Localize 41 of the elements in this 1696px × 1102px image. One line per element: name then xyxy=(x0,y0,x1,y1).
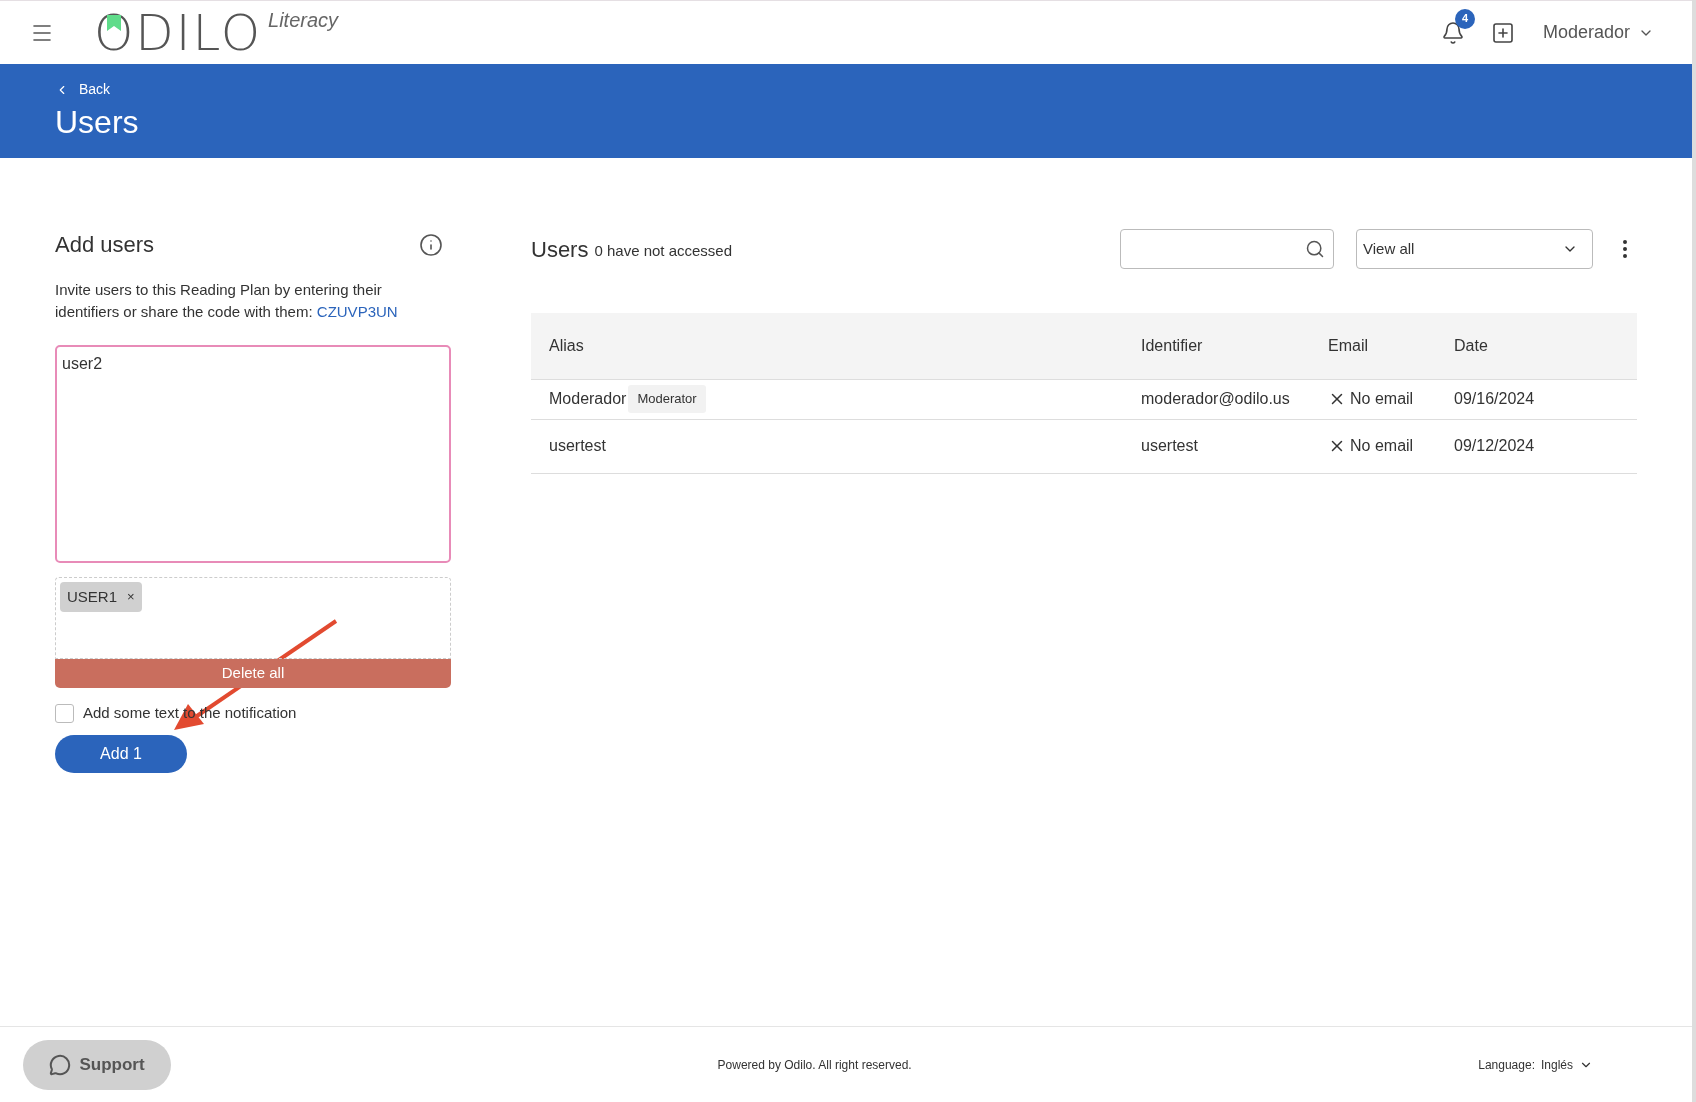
back-link[interactable]: Back xyxy=(55,79,111,100)
notify-checkbox[interactable] xyxy=(55,703,74,723)
search-field[interactable] xyxy=(1120,229,1334,269)
identifiers-input[interactable]: user2 xyxy=(55,345,451,563)
add-users-title: Add users xyxy=(55,231,155,259)
invite-code-link[interactable]: CZUVP3UN xyxy=(316,303,398,320)
table-cell: 09/12/2024 xyxy=(1454,437,1535,454)
search-icon[interactable] xyxy=(1305,239,1325,259)
filter-dropdown[interactable]: View all xyxy=(1356,229,1593,269)
tag-label: USER1 xyxy=(67,586,118,607)
table-cell: usertest xyxy=(1141,437,1198,454)
delete-all-button[interactable]: Delete all xyxy=(55,659,451,688)
remove-tag-button[interactable]: × xyxy=(127,587,135,607)
table-cell-text: Moderador xyxy=(549,389,627,409)
role-badge: Moderator xyxy=(628,385,706,413)
support-button[interactable]: Support xyxy=(23,1039,171,1090)
speech-bubble-icon xyxy=(49,1053,72,1076)
table-cell-text: No email xyxy=(1350,389,1414,409)
users-subtitle: 0 have not accessed xyxy=(594,240,733,261)
notification-bell-icon[interactable] xyxy=(1440,20,1465,45)
column-header: Date xyxy=(1436,313,1637,379)
table-cell: moderador@odilo.us xyxy=(1141,390,1290,407)
user-menu[interactable]: Moderador xyxy=(1542,19,1654,46)
language-dropdown[interactable]: Inglés xyxy=(1540,1055,1593,1074)
column-header: Alias xyxy=(531,313,1123,379)
info-icon[interactable] xyxy=(419,232,443,257)
column-header: Identifier xyxy=(1123,313,1310,379)
table-cell: 09/16/2024 xyxy=(1454,390,1535,407)
table-cell-text: usertest xyxy=(549,436,606,456)
add-icon[interactable] xyxy=(1490,20,1515,45)
invite-description: Invite users to this Reading Plan by entering their identifiers or share the code with them: CZUVP3UN xyxy=(55,280,399,322)
bookmark-icon xyxy=(107,14,121,31)
language-label: Language: xyxy=(1478,1056,1535,1074)
table-cell-text: No email xyxy=(1350,436,1414,456)
notification-count-badge: 4 xyxy=(1454,8,1475,29)
page-title: Users xyxy=(55,103,140,142)
copyright-text: Powered by Odilo. All right reserved. xyxy=(717,1056,912,1074)
users-title: Users xyxy=(531,235,589,264)
add-button[interactable]: Add 1 xyxy=(55,734,187,773)
column-header: Email xyxy=(1310,313,1436,379)
notify-label: Add some text to the notification xyxy=(83,703,297,723)
